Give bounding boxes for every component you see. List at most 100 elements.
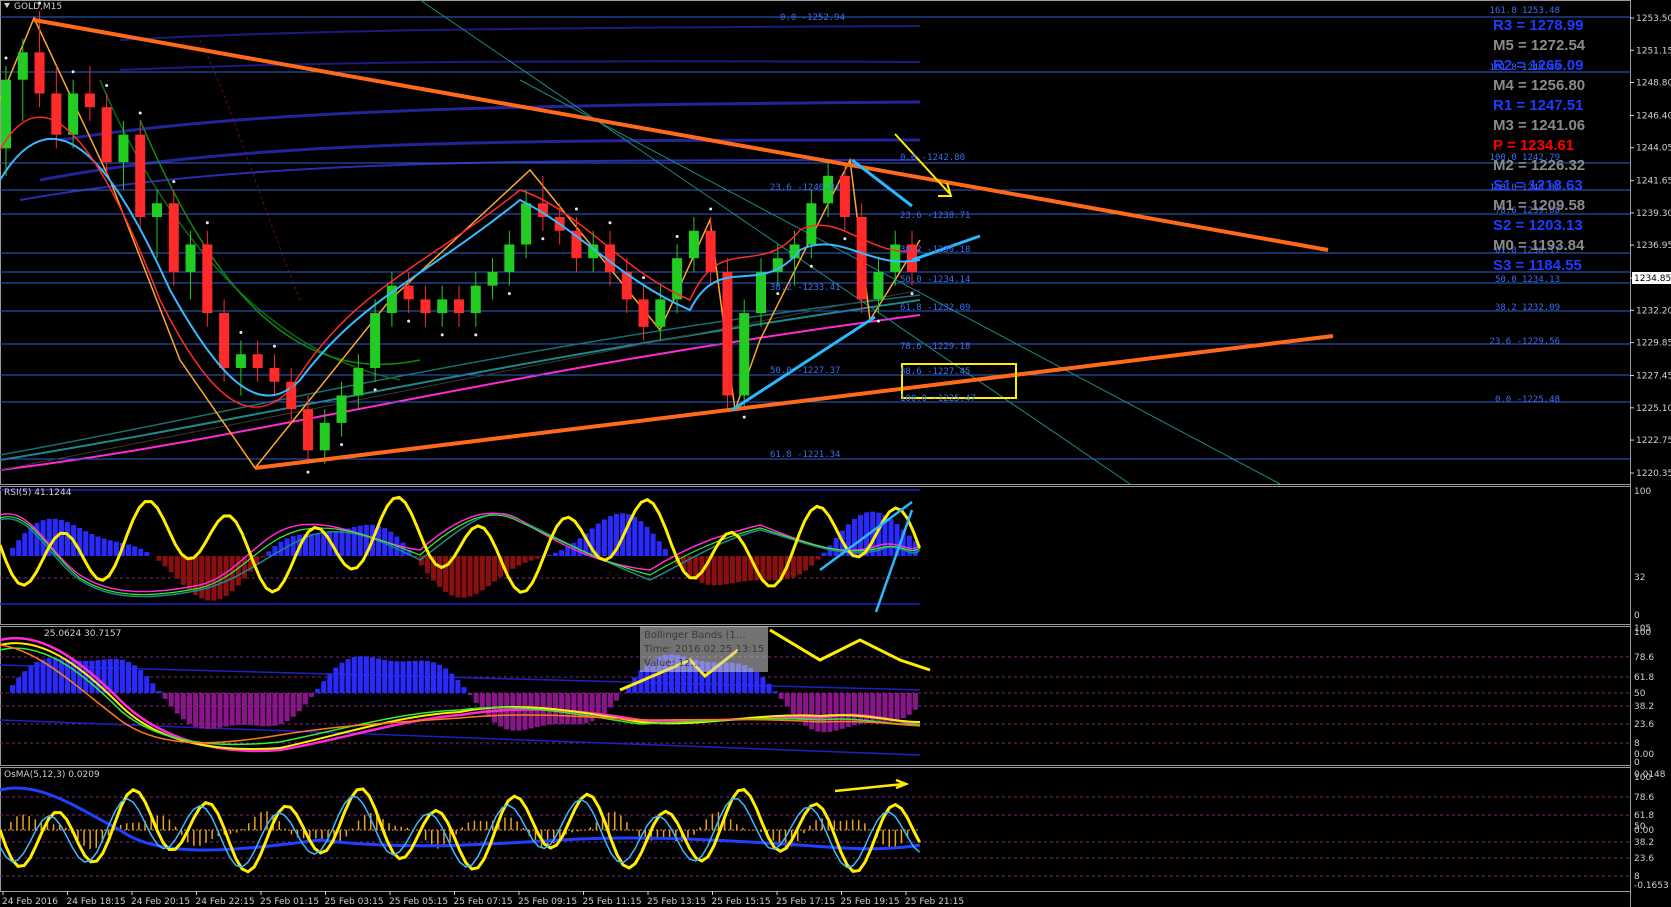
osma-tick: -0.1653 [1634,881,1669,891]
fib-left-label: 38.2 -1233.41 [770,283,840,293]
candle-body [219,313,230,368]
fib-mid-label: 61.8 -1232.09 [900,303,970,313]
candle-body [688,230,699,259]
time-tick: 25 Feb 05:15 [389,897,448,907]
candle-body [890,244,901,272]
fib-mid-label: 100.0 -1225.47 [900,394,976,404]
price-tick: 1236.95 [1636,241,1671,251]
time-tick: 25 Feb 07:15 [454,897,513,907]
pivot-level: P = 1234.61 [1493,137,1574,154]
fib-mid-label: 88.6 -1227.45 [900,367,970,377]
candle-body [84,93,95,108]
fib-right-label: 0.0 -1225.48 [1495,395,1560,405]
osma-tick: 78.6 [1634,793,1654,803]
price-tick: 1222.75 [1636,436,1671,446]
current-price-marker: 1234.85 [1632,272,1671,284]
candle-body [756,271,766,314]
price-axis: 1253.50 1251.15 1248.80 1246.40 1244.05 1241.… [1630,14,1671,479]
fib-left-label: 0.0 -1252.94 [780,13,845,23]
candle-body [403,285,414,300]
candle-body [269,368,280,382]
osma-tick: 61.8 [1634,811,1654,821]
stoch-tick: 78.6 [1634,653,1654,663]
fib-left-label: 61.8 -1221.34 [770,450,840,460]
candle-body [504,244,515,272]
stoch-tick: 0 [1634,758,1640,768]
stoch-label: 25.0624 30.7157 [44,629,121,639]
trading-chart[interactable]: 0.0 -1252.94 23.6 -1240.81 38.2 -1233.41 50… [0,0,1671,907]
candle-body [185,244,196,272]
pivot-level: R2 = 1265.09 [1493,57,1584,74]
rsi-label: RSI(5) 41.1244 [4,488,72,498]
tooltip-line-1: Bollinger Bands (1… [644,630,746,641]
time-tick: 25 Feb 03:15 [325,897,384,907]
candle-body [437,299,448,314]
candle-body [17,52,28,80]
candle-body [303,409,313,451]
fib-right-label: 161.8 1253.48 [1490,6,1560,16]
stoch-tick: 23.6 [1634,720,1654,730]
pivot-level: M4 = 1256.80 [1493,77,1585,94]
time-tick: 25 Feb 15:15 [712,897,771,907]
stoch-tick: 38.2 [1634,702,1654,712]
pivot-level: S3 = 1184.55 [1493,257,1582,274]
fib-mid-label: 50.0 -1234.14 [900,275,970,285]
osma-tick: 0.00 [1634,826,1654,836]
candle-body [638,299,649,327]
current-price: 1234.85 [1634,274,1671,284]
candle-body [470,285,481,314]
fib-mid-label: 38.2 -1236.18 [900,245,970,255]
time-tick: 25 Feb 21:15 [905,897,964,907]
osma-tick: 23.6 [1634,854,1654,864]
fib-mid-label: 0.0 -1242.80 [900,153,965,163]
osma-label: OsMA(5,12,3) 0.0209 [4,770,100,780]
tooltip: Bollinger Bands (1… Time: 2016.02.25 13:… [640,626,768,672]
candle-body [722,271,733,396]
rsi-tick: 32 [1634,573,1645,583]
candle-body [101,107,112,163]
candle-body [873,271,884,300]
fib-right-label: 23.6 -1229.56 [1490,337,1560,347]
candle-body [521,203,532,245]
price-tick: 1246.40 [1636,111,1671,121]
candle-body [839,175,850,218]
price-tick: 1251.15 [1636,46,1671,56]
candle-body [202,244,213,314]
time-tick: 25 Feb 01:15 [260,897,319,907]
time-tick: 25 Feb 19:15 [841,897,900,907]
candle-body [420,299,431,314]
fib-left-label: 50.0 -1227.37 [770,366,840,376]
stoch-tick: 61.8 [1634,673,1654,683]
candle-body [252,354,263,368]
time-tick: 24 Feb 22:15 [196,897,255,907]
price-tick: 1220.35 [1636,469,1671,479]
rsi-tick: 100 [1634,487,1651,497]
price-tick: 1241.65 [1636,177,1671,187]
time-tick: 24 Feb 18:15 [67,897,126,907]
fib-mid-label: 23.6 -1238.71 [900,211,970,221]
time-tick: 25 Feb 09:15 [518,897,577,907]
candle-body [118,134,129,163]
pivot-level: M5 = 1272.54 [1493,37,1586,54]
pivot-level: M2 = 1226.32 [1493,157,1585,174]
candle-body [152,203,162,218]
pivot-level: M0 = 1193.84 [1493,237,1585,254]
pivot-level: R3 = 1278.99 [1493,17,1584,34]
stoch-tick: 50 [1634,689,1646,699]
candle-body [168,203,179,272]
candle-body [739,313,750,396]
candle-body [1,79,11,149]
price-tick: 1229.85 [1636,339,1671,349]
candle-body [487,271,498,286]
rsi-tick: 0 [1634,611,1640,621]
time-tick: 25 Feb 11:15 [583,897,642,907]
price-tick: 1227.45 [1636,372,1671,382]
fib-right-label: 38.2 1232.09 [1495,303,1560,313]
candle-body [68,93,79,135]
price-tick: 1244.05 [1636,144,1671,154]
candle-body [370,313,381,368]
fib-right-label: 50.0 1234.13 [1495,275,1560,285]
tooltip-line-2: Time: 2016.02.25 13:15 [643,644,764,655]
candle-body [319,422,330,451]
pivot-level: M1 = 1209.58 [1493,197,1585,214]
